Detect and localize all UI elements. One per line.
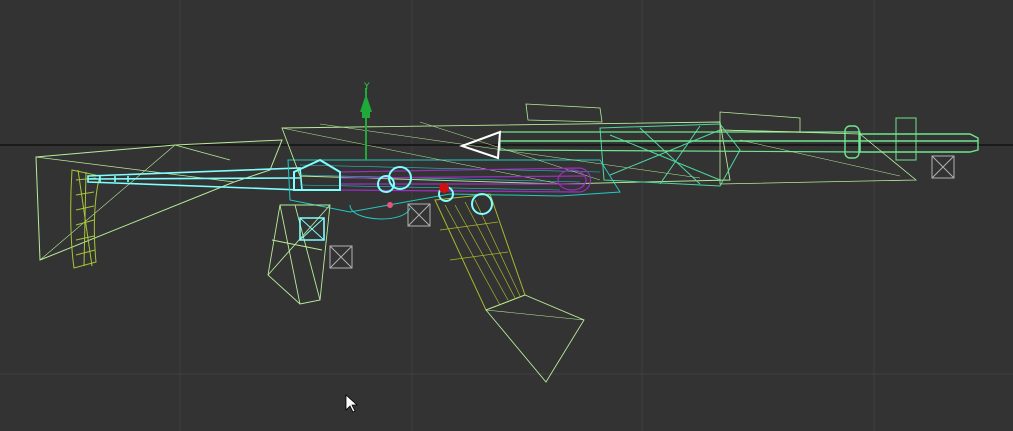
dummy-helper-icon[interactable] (407, 203, 431, 227)
wireframe-viewport[interactable]: Y (0, 0, 1013, 431)
buffer-tube-selection[interactable] (87, 167, 303, 191)
dummy-helper-icon[interactable] (931, 155, 955, 179)
selection-markers[interactable] (293, 158, 493, 215)
arrow-cursor-icon (345, 394, 359, 413)
stock-wireframe[interactable] (35, 139, 283, 269)
dummy-helper-icon[interactable] (329, 245, 353, 269)
gizmo-axis-label: Y (363, 82, 370, 92)
viewport-canvas: Y (0, 0, 1013, 431)
receiver-wireframe[interactable] (281, 103, 731, 213)
transform-gizmo[interactable]: Y (360, 82, 372, 160)
magazine-wireframe[interactable] (434, 193, 585, 383)
handguard-wireframe[interactable] (599, 123, 741, 187)
